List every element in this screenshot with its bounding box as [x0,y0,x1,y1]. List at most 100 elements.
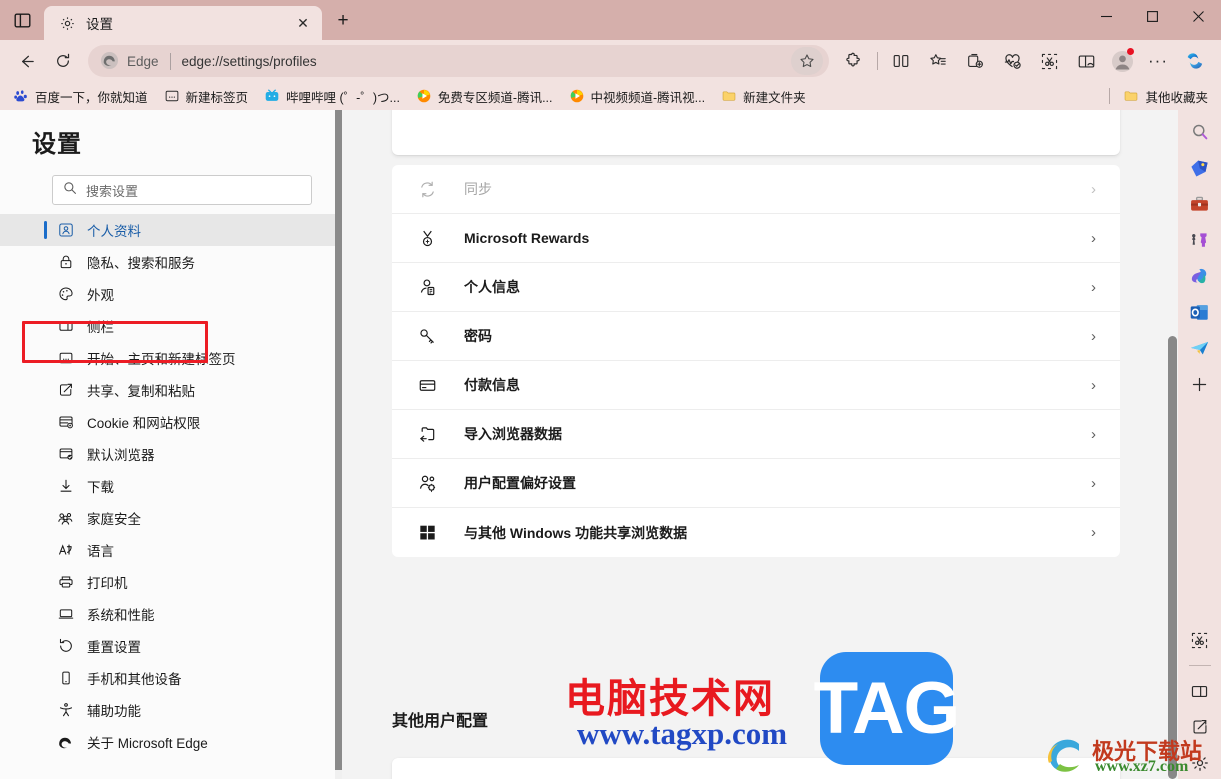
split-window-icon[interactable] [1068,45,1104,77]
split-screen-icon[interactable] [883,45,919,77]
sidebar-settings-icon[interactable] [1184,747,1216,779]
settings-sidebar: 设置 搜索设置 个人资料 隐私、搜索和服务 外观 侧栏 开始、主页和新建标签页 … [0,110,342,779]
shopping-tag-icon[interactable] [1184,152,1216,184]
star-icon[interactable] [791,47,823,75]
screenshot-icon[interactable] [1031,45,1067,77]
sidebar-item-reset-settings[interactable]: 重置设置 [0,630,342,662]
bookmark-item[interactable]: 新建标签页 [157,84,256,109]
sidebar-item-label: 共享、复制和粘贴 [87,384,195,399]
edgebar-divider [1188,665,1211,666]
sidebar-item-privacy[interactable]: 隐私、搜索和服务 [0,246,342,278]
home-icon [57,350,74,367]
cookie-icon [57,414,74,431]
bookmark-label: 百度一下，你就知道 [35,90,148,105]
settings-row-profile-preferences[interactable]: 用户配置偏好设置 › [392,459,1120,508]
omnibox-url-text[interactable]: edge://settings/profiles [182,54,791,69]
sidebar-item-system-performance[interactable]: 系统和性能 [0,598,342,630]
profile-prefs-icon [416,472,438,494]
refresh-button[interactable] [45,45,81,77]
omnibox-separator [169,52,171,70]
open-in-new-icon[interactable] [1184,711,1216,743]
settings-row-import-browser-data[interactable]: 导入浏览器数据 › [392,410,1120,459]
language-icon [57,542,74,559]
family-icon [57,510,74,527]
sidebar-item-appearance[interactable]: 外观 [0,278,342,310]
tools-briefcase-icon[interactable] [1184,188,1216,220]
collections-icon[interactable] [957,45,993,77]
settings-nav-list: 个人资料 隐私、搜索和服务 外观 侧栏 开始、主页和新建标签页 共享、复制和粘贴… [0,214,342,758]
copilot-icon[interactable] [1177,45,1213,77]
page-title: 设置 [32,131,82,158]
maximize-button[interactable] [1129,0,1175,32]
bookmark-label: 新建文件夹 [743,90,806,105]
windows-icon [416,522,438,544]
search-icon[interactable] [1184,116,1216,148]
sidebar-item-accessibility[interactable]: 辅助功能 [0,694,342,726]
new-tab-button[interactable]: + [326,4,360,38]
folder-icon [721,88,737,104]
search-icon [63,181,77,200]
close-button[interactable] [1175,0,1221,32]
lock-icon [57,254,74,271]
account-avatar-icon[interactable] [1105,45,1139,77]
outlook-icon[interactable] [1184,296,1216,328]
content-scrollbar-thumb[interactable] [1168,336,1177,779]
add-sidebar-app-button[interactable] [1184,368,1216,400]
tab-actions-icon[interactable] [0,0,44,40]
sidebar-item-family-safety[interactable]: 家庭安全 [0,502,342,534]
more-options-button[interactable]: ··· [1140,45,1176,77]
sidebar-scrollbar[interactable] [335,110,342,779]
other-favorites-folder[interactable]: 其他收藏夹 [1116,84,1215,109]
account-alert-dot [1127,48,1134,55]
content-scrollbar[interactable] [1166,110,1178,779]
sidebar-item-printers[interactable]: 打印机 [0,566,342,598]
sidebar-item-label: 关于 Microsoft Edge [87,736,208,751]
settings-row-personal-info[interactable]: 个人信息 › [392,263,1120,312]
tencent-video-icon [569,88,585,104]
screenshot-icon[interactable] [1184,624,1216,656]
settings-row-sync[interactable]: 同步 › [392,165,1120,214]
bookmark-item[interactable]: 哔哩哔哩 (゜-゜)つ... [257,84,407,109]
bookmark-item[interactable]: 中视频频道-腾讯视... [562,84,713,109]
sidebar-item-phone-devices[interactable]: 手机和其他设备 [0,662,342,694]
sidebar-item-about-edge[interactable]: 关于 Microsoft Edge [0,726,342,758]
bilibili-icon [264,88,280,104]
bookmark-item[interactable]: 免费专区频道-腾讯... [409,84,560,109]
favorites-icon[interactable] [920,45,956,77]
extensions-icon[interactable] [836,45,872,77]
sidebar-item-downloads[interactable]: 下载 [0,470,342,502]
messenger-icon[interactable] [1184,332,1216,364]
tab-settings[interactable]: 设置 ✕ [44,6,322,40]
sidebar-item-languages[interactable]: 语言 [0,534,342,566]
settings-row-label: 个人信息 [464,279,520,295]
settings-row-passwords[interactable]: 密码 › [392,312,1120,361]
sidebar-item-label: 家庭安全 [87,512,141,527]
search-input[interactable]: 搜索设置 [52,175,312,205]
sidebar-item-share-copy-paste[interactable]: 共享、复制和粘贴 [0,374,342,406]
games-icon[interactable] [1184,224,1216,256]
settings-row-share-with-windows[interactable]: 与其他 Windows 功能共享浏览数据 › [392,508,1120,557]
sidebar-item-label: 重置设置 [87,640,141,655]
bookmarks-bar: 百度一下，你就知道 新建标签页 哔哩哔哩 (゜-゜)つ... 免费专区频道-腾讯… [0,82,1221,110]
sidebar-item-cookies[interactable]: Cookie 和网站权限 [0,406,342,438]
bookmark-item[interactable]: 百度一下，你就知道 [6,84,155,109]
settings-row-payment-info[interactable]: 付款信息 › [392,361,1120,410]
sidebar-item-profiles[interactable]: 个人资料 [0,214,342,246]
microsoft365-icon[interactable] [1184,260,1216,292]
page-viewport: 设置 搜索设置 个人资料 隐私、搜索和服务 外观 侧栏 开始、主页和新建标签页 … [0,110,1178,779]
browser-essentials-icon[interactable] [994,45,1030,77]
settings-content: 同步 › Microsoft Rewards › 个人信息 › 密码 › 付款信… [342,110,1178,779]
split-pane-icon[interactable] [1184,675,1216,707]
sidebar-item-default-browser[interactable]: 默认浏览器 [0,438,342,470]
back-button[interactable] [8,45,44,77]
bookmark-folder[interactable]: 新建文件夹 [714,84,813,109]
address-bar[interactable]: Edge edge://settings/profiles [88,45,829,77]
bookmarks-divider [1109,88,1111,104]
minimize-button[interactable] [1083,0,1129,32]
sidebar-item-start-home-newtab[interactable]: 开始、主页和新建标签页 [0,342,342,374]
sidebar-scrollbar-thumb[interactable] [335,110,342,770]
sidebar-item-sidebar[interactable]: 侧栏 [0,310,342,342]
settings-row-microsoft-rewards[interactable]: Microsoft Rewards › [392,214,1120,263]
sidebar-icon [57,318,74,335]
close-icon[interactable]: ✕ [292,12,314,34]
